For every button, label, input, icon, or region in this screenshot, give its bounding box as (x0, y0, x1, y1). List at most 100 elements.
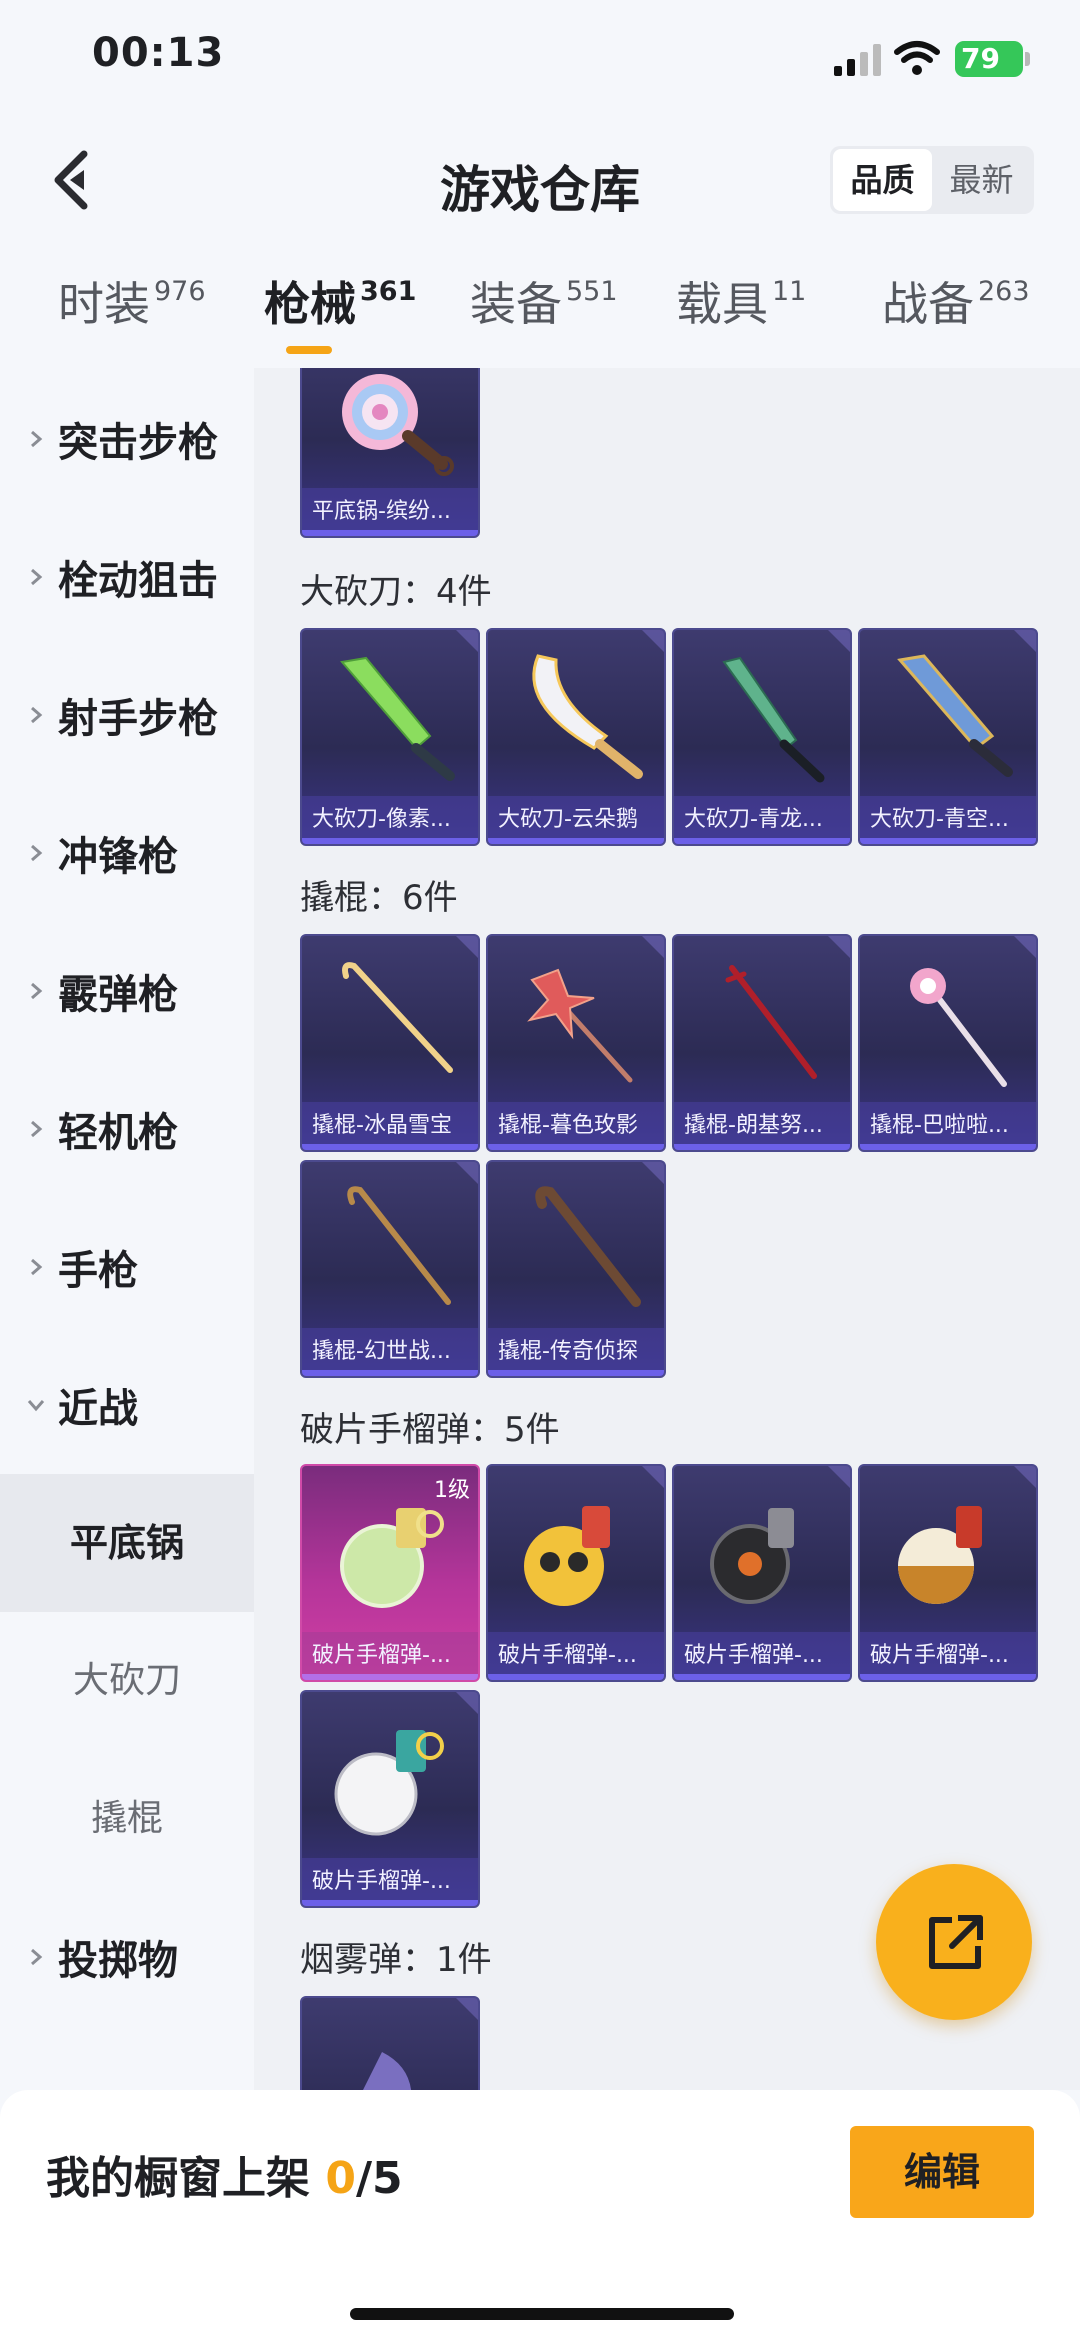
weapon-category-sidebar: 突击步枪 栓动狙击 射手步枪 冲锋枪 霰弹枪 轻机枪 手枪 近战 平底锅 大砍刀… (0, 370, 254, 2090)
item-card[interactable]: 撬棍-朗基努... (672, 934, 852, 1152)
tab-vehicles[interactable]: 载具 11 (676, 268, 806, 334)
section-title-crowbar: 撬棍：6件 (300, 878, 458, 918)
sidebar-item-label: 轻机枪 (58, 1110, 178, 1156)
frying-pan-icon (342, 374, 454, 476)
item-card[interactable]: 1级 破片手榴弹-... (300, 1464, 480, 1682)
sidebar-item-lmg[interactable]: 轻机枪 (0, 1060, 254, 1198)
sidebar-item-shotgun[interactable]: 霰弹枪 (0, 922, 254, 1060)
item-name: 破片手榴弹-... (302, 1632, 478, 1680)
sidebar-subitem-crowbar[interactable]: 撬棍 (0, 1750, 254, 1888)
tab-equipment[interactable]: 装备 551 (470, 268, 618, 334)
sidebar-subitem-machete[interactable]: 大砍刀 (0, 1612, 254, 1750)
sidebar-item-marksman-rifle[interactable]: 射手步枪 (0, 646, 254, 784)
tab-count: 11 (772, 276, 807, 307)
chevron-right-icon (31, 844, 43, 862)
item-card[interactable]: 平底锅-缤纷... (300, 368, 480, 538)
status-time: 00:13 (92, 30, 225, 76)
section-title-smoke: 烟雾弹：1件 (300, 1940, 492, 1980)
share-button[interactable] (876, 1864, 1032, 2020)
item-card[interactable]: 破片手榴弹-... (672, 1464, 852, 1682)
grenade-icon (710, 1508, 794, 1604)
sidebar-item-throwables[interactable]: 投掷物 (0, 1888, 254, 2026)
item-card[interactable]: 破片手榴弹-... (300, 1690, 480, 1908)
tab-count: 551 (566, 276, 618, 307)
showcase-bar: 我的橱窗上架 0/5 编辑 (0, 2090, 1080, 2339)
sidebar-item-pistol[interactable]: 手枪 (0, 1198, 254, 1336)
item-name: 撬棍-传奇侦探 (488, 1328, 664, 1376)
section-title-machete: 大砍刀：4件 (300, 572, 492, 612)
tab-count: 263 (978, 276, 1030, 307)
item-name: 大砍刀-青龙... (674, 796, 850, 844)
tab-count: 361 (360, 276, 417, 307)
item-name: 破片手榴弹-... (488, 1632, 664, 1680)
section-title-grenade: 破片手榴弹：5件 (300, 1410, 560, 1450)
item-card[interactable] (300, 1996, 480, 2090)
cellular-signal-icon (834, 44, 881, 76)
item-name: 大砍刀-像素... (302, 796, 478, 844)
external-link-icon (929, 1915, 983, 1969)
item-name: 平底锅-缤纷... (302, 488, 478, 536)
tab-firearms[interactable]: 枪械 361 (264, 268, 416, 334)
crowbar-icon (725, 965, 817, 1079)
crowbar-icon (527, 968, 633, 1083)
tab-label: 载具 (676, 277, 768, 331)
edit-button[interactable]: 编辑 (850, 2126, 1034, 2218)
umbrella-cane-icon (535, 1186, 641, 1307)
item-card[interactable]: 撬棍-传奇侦探 (486, 1160, 666, 1378)
sidebar-item-label: 栓动狙击 (58, 558, 218, 604)
chevron-right-icon (31, 1948, 43, 1966)
item-card[interactable]: 撬棍-冰晶雪宝 (300, 934, 480, 1152)
tab-fashion[interactable]: 时装 976 (58, 268, 206, 334)
crowbar-icon (347, 1186, 451, 1305)
machete-icon (897, 654, 1013, 777)
item-card[interactable]: 破片手榴弹-... (858, 1464, 1038, 1682)
home-indicator (350, 2308, 734, 2320)
sort-newest-option[interactable]: 最新 (932, 149, 1031, 211)
item-name: 破片手榴弹-... (674, 1632, 850, 1680)
chevron-right-icon (31, 1120, 43, 1138)
item-card[interactable]: 撬棍-幻世战... (300, 1160, 480, 1378)
battery-indicator: 79 (955, 41, 1030, 77)
showcase-total: /5 (355, 2153, 403, 2204)
tab-supplies[interactable]: 战备 263 (882, 268, 1030, 334)
item-card[interactable]: 撬棍-暮色玫影 (486, 934, 666, 1152)
sidebar-item-label: 投掷物 (58, 1938, 178, 1984)
item-name: 撬棍-巴啦啦... (860, 1102, 1036, 1150)
battery-level: 79 (961, 42, 1000, 75)
sort-toggle: 品质 最新 (830, 146, 1034, 214)
item-name: 破片手榴弹-... (302, 1858, 478, 1906)
item-card[interactable]: 大砍刀-云朵鹅 (486, 628, 666, 846)
tab-label: 装备 (470, 277, 562, 331)
item-card[interactable]: 大砍刀-青空... (858, 628, 1038, 846)
grenade-icon (898, 1506, 982, 1604)
category-tabs: 时装 976 枪械 361 装备 551 载具 11 战备 263 (0, 268, 1080, 368)
grenade-icon (524, 1506, 610, 1606)
item-name: 破片手榴弹-... (860, 1632, 1036, 1680)
item-card[interactable]: 撬棍-巴啦啦... (858, 934, 1038, 1152)
sort-quality-option[interactable]: 品质 (833, 149, 932, 211)
grenade-icon (334, 1730, 444, 1836)
showcase-count: 0 (325, 2153, 356, 2204)
chevron-right-icon (31, 430, 43, 448)
sidebar-item-label: 霰弹枪 (58, 972, 178, 1018)
active-tab-indicator (286, 346, 332, 354)
item-grid-panel: 平底锅-缤纷... 大砍刀：4件 大砍刀-像素... 大砍刀-云朵鹅 大砍刀-青… (254, 368, 1080, 2090)
sidebar-subitem-pan[interactable]: 平底锅 (0, 1474, 254, 1612)
sidebar-item-label: 手枪 (58, 1248, 138, 1294)
battery-tip (1025, 52, 1030, 66)
item-card[interactable]: 破片手榴弹-... (486, 1464, 666, 1682)
sidebar-item-label: 近战 (58, 1386, 138, 1432)
tab-count: 976 (154, 276, 206, 307)
item-name: 大砍刀-青空... (860, 796, 1036, 844)
item-card[interactable]: 大砍刀-青龙... (672, 628, 852, 846)
item-card[interactable]: 大砍刀-像素... (300, 628, 480, 846)
sidebar-item-melee[interactable]: 近战 (0, 1336, 254, 1474)
sidebar-item-assault-rifle[interactable]: 突击步枪 (0, 370, 254, 508)
sidebar-item-bolt-sniper[interactable]: 栓动狙击 (0, 508, 254, 646)
tab-label: 时装 (58, 277, 150, 331)
chevron-right-icon (31, 568, 43, 586)
tab-label: 枪械 (264, 277, 356, 331)
sidebar-item-smg[interactable]: 冲锋枪 (0, 784, 254, 922)
machete-icon (340, 656, 455, 781)
chevron-right-icon (31, 706, 43, 724)
